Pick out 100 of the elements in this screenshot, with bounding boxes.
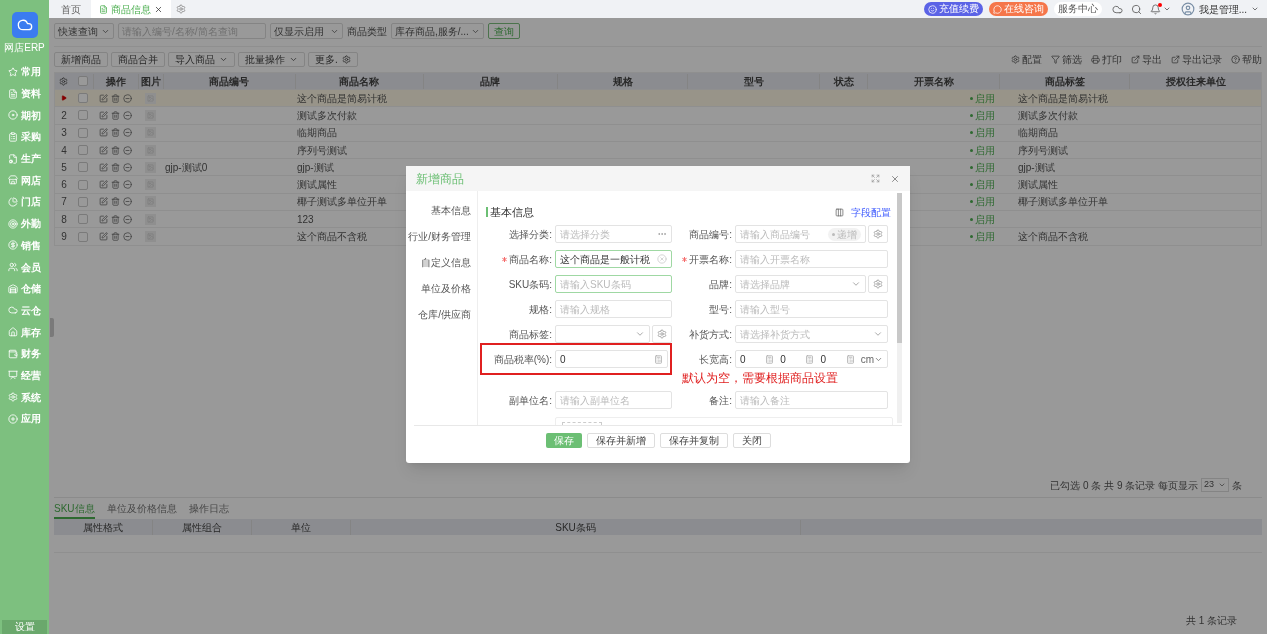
checkbox[interactable]: [78, 127, 88, 138]
tab[interactable]: 操作日志: [188, 501, 229, 519]
checkbox[interactable]: [78, 196, 88, 207]
delete-icon[interactable]: [111, 162, 120, 172]
more-button[interactable]: 更多.: [308, 51, 358, 67]
field-config-link[interactable]: 字段配置: [851, 204, 891, 220]
table-row[interactable]: 4 序列号测试 启用 序列号测试: [55, 140, 1261, 159]
settings-icon[interactable]: [59, 76, 69, 86]
consult-button[interactable]: 在线咨询: [988, 2, 1048, 16]
column-header[interactable]: 图片: [137, 73, 163, 89]
dialog-button[interactable]: 保存并新增: [586, 433, 655, 448]
toolbar-button[interactable]: 新增商品: [54, 51, 108, 67]
caret-icon[interactable]: [1162, 5, 1171, 13]
checkbox[interactable]: [78, 93, 88, 104]
settings-button[interactable]: [652, 325, 672, 343]
dialog-nav-item[interactable]: 单位及价格: [421, 281, 471, 296]
settings-button[interactable]: [868, 275, 888, 293]
checkbox[interactable]: [78, 179, 88, 190]
column-header[interactable]: 规格: [556, 73, 688, 89]
dialog-nav-item[interactable]: 自定义信息: [421, 255, 471, 270]
edit-icon[interactable]: [99, 197, 108, 207]
checkbox[interactable]: [78, 214, 88, 225]
table-row[interactable]: 3 临期商品 启用 临期商品: [55, 123, 1261, 141]
status-filter-select[interactable]: 仅显示启用: [270, 23, 343, 39]
dialog-button[interactable]: 关闭: [732, 433, 771, 448]
toolbar-action[interactable]: 打印: [1091, 51, 1122, 67]
select-field[interactable]: [555, 325, 650, 343]
close-icon[interactable]: [154, 4, 163, 14]
query-type-select[interactable]: 快速查询: [54, 23, 114, 39]
avatar-icon[interactable]: [1180, 2, 1195, 16]
minus-circle-icon[interactable]: [123, 214, 132, 224]
column-header[interactable]: SKU条码: [351, 519, 801, 535]
dialog-button[interactable]: 保存并复制: [659, 433, 728, 448]
collapse-handle[interactable]: [50, 318, 54, 337]
edit-icon[interactable]: [99, 232, 108, 241]
column-header[interactable]: 商品标签: [999, 73, 1130, 89]
toolbar-action[interactable]: 帮助: [1231, 51, 1262, 67]
delete-icon[interactable]: [111, 214, 120, 224]
columns-icon[interactable]: [835, 207, 844, 217]
minus-circle-icon[interactable]: [123, 197, 132, 207]
delete-icon[interactable]: [111, 128, 120, 138]
minus-circle-icon[interactable]: [123, 110, 132, 120]
clear-icon[interactable]: [657, 254, 667, 264]
tab[interactable]: 单位及价格信息: [106, 501, 177, 519]
dialog-nav-item[interactable]: 基本信息: [431, 203, 471, 218]
minus-circle-icon[interactable]: [123, 128, 132, 138]
settings-button[interactable]: 设置: [2, 620, 47, 634]
number-field[interactable]: 0: [555, 350, 668, 368]
column-header[interactable]: 属性组合: [153, 519, 252, 535]
delete-icon[interactable]: [111, 145, 120, 155]
settings-icon[interactable]: [176, 4, 186, 14]
user-name[interactable]: 我是管理...: [1198, 1, 1247, 17]
caret-icon[interactable]: [1251, 5, 1259, 13]
close-icon[interactable]: [890, 173, 900, 184]
dropdown-button[interactable]: 批量操作: [238, 51, 305, 67]
column-header[interactable]: 属性格式: [54, 519, 153, 535]
minus-circle-icon[interactable]: [123, 232, 132, 241]
cloud-icon[interactable]: [1111, 3, 1123, 15]
dialog-nav-item[interactable]: 行业/财务管理: [408, 229, 471, 244]
checkbox[interactable]: [78, 231, 88, 242]
delete-icon[interactable]: [111, 110, 120, 120]
edit-icon[interactable]: [99, 110, 108, 120]
table-row[interactable]: 2 测试多次付款 启用 测试多次付款: [55, 106, 1261, 124]
page-size-select[interactable]: 23: [1201, 478, 1229, 492]
type-select[interactable]: 库存商品,服务/...: [391, 23, 484, 39]
column-header[interactable]: 商品名称: [294, 73, 423, 89]
delete-icon[interactable]: [111, 93, 120, 103]
toolbar-button[interactable]: 商品合并: [111, 51, 165, 67]
query-button[interactable]: 查询: [487, 23, 520, 39]
edit-icon[interactable]: [99, 145, 108, 155]
toolbar-action[interactable]: 导出记录: [1171, 51, 1222, 67]
maximize-icon[interactable]: [871, 174, 880, 183]
edit-icon[interactable]: [99, 180, 108, 190]
table-row[interactable]: 这个商品是简易计税 启用 这个商品是简易计税: [55, 89, 1261, 107]
column-header[interactable]: 单位: [252, 519, 351, 535]
toolbar-action[interactable]: 筛选: [1051, 51, 1082, 67]
scrollbar[interactable]: [897, 193, 902, 423]
column-header[interactable]: 授权往来单位: [1129, 73, 1261, 89]
settings-button[interactable]: [868, 225, 888, 243]
service-center-button[interactable]: 服务中心: [1053, 2, 1102, 16]
checkbox[interactable]: [78, 145, 88, 156]
delete-icon[interactable]: [111, 197, 120, 207]
checkbox[interactable]: [78, 110, 88, 121]
delete-icon[interactable]: [111, 232, 120, 241]
search-icon[interactable]: [1130, 3, 1142, 15]
column-header[interactable]: 品牌: [422, 73, 557, 89]
minus-circle-icon[interactable]: [123, 180, 132, 190]
column-header[interactable]: 型号: [687, 73, 820, 89]
column-header[interactable]: 商品编号: [162, 73, 295, 89]
edit-icon[interactable]: [99, 162, 108, 172]
dropdown-button[interactable]: 导入商品: [168, 51, 235, 67]
edit-icon[interactable]: [99, 214, 108, 224]
column-header[interactable]: 操作: [92, 73, 138, 89]
column-header[interactable]: 开票名称: [867, 73, 1000, 89]
toolbar-action[interactable]: 导出: [1131, 51, 1162, 67]
delete-icon[interactable]: [111, 180, 120, 190]
checkbox[interactable]: [78, 162, 88, 173]
toolbar-action[interactable]: 配置: [1011, 51, 1042, 67]
checkbox[interactable]: [77, 76, 88, 86]
recharge-button[interactable]: 充值续费: [923, 2, 983, 16]
